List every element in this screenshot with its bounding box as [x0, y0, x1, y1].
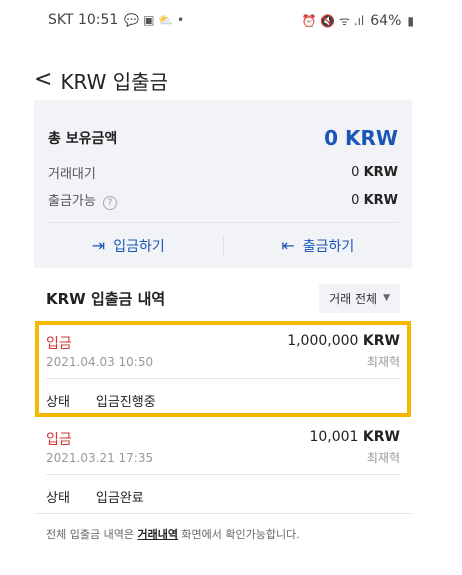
transaction-item[interactable]: 입금 2021.03.21 17:35 10,001 KRW 최재혁 상태 입금… [46, 429, 400, 506]
footer-divider [34, 513, 412, 514]
pending-row: 거래대기 0 KRW [48, 163, 398, 182]
withdrawable-value-group: 0 KRW [351, 193, 398, 208]
history-header: KRW 입출금 내역 거래 전체 ▼ [46, 280, 400, 316]
withdraw-button-label: 출금하기 [302, 238, 355, 255]
pending-value: 0 [351, 165, 360, 180]
transaction-status-row: 상태 입금진행중 [46, 391, 156, 410]
dropdown-arrow-icon: ▼ [383, 293, 390, 303]
transaction-divider [46, 378, 400, 379]
notification-icons: 💬 ▣ ⛅ • [124, 13, 185, 27]
pending-unit: KRW [363, 165, 398, 180]
status-bar-right: ⏰ 🔇 ᯤ .ıl 64% ▮ [302, 12, 415, 29]
pending-label: 거래대기 [48, 167, 96, 182]
carrier-time: SKT 10:51 [48, 12, 119, 28]
status-label: 상태 [46, 491, 70, 506]
transaction-history-link[interactable]: 거래내역 [137, 528, 177, 541]
history-title: KRW 입출금 내역 [46, 289, 166, 308]
transaction-amount: 1,000,000 [287, 333, 359, 349]
withdraw-icon: ⇤ [281, 236, 295, 255]
withdraw-button[interactable]: ⇤ 출금하기 [224, 223, 413, 268]
withdrawable-value: 0 [351, 192, 360, 208]
status-bar-left: SKT 10:51 💬 ▣ ⛅ • [48, 12, 184, 28]
footer-suffix: 화면에서 확인가능합니다. [177, 528, 300, 541]
withdrawable-label-group: 출금가능 ? [48, 190, 117, 210]
transaction-divider [46, 474, 400, 475]
deposit-button-label: 입금하기 [113, 238, 165, 255]
help-icon[interactable]: ? [102, 196, 117, 210]
transaction-item[interactable]: 입금 2021.04.03 10:50 1,000,000 KRW 최재혁 상태… [46, 333, 400, 410]
transaction-unit: KRW [362, 429, 400, 445]
page-title: KRW 입출금 [60, 69, 168, 94]
status-value: 입금진행중 [95, 395, 156, 410]
footer-prefix: 전체 입출금 내역은 [46, 528, 138, 541]
system-icons: ⏰ 🔇 ᯤ .ıl [301, 14, 365, 28]
transaction-action[interactable]: 최재혁 [367, 353, 400, 370]
filter-label: 거래 전체 [329, 291, 378, 306]
title-bar: < KRW 입출금 [34, 62, 168, 98]
balance-summary: 총 보유금액 0 KRW 거래대기 0 KRW 출금가능 ? 0 KRW ⇥ 입… [34, 100, 412, 268]
transaction-amount: 10,001 [309, 429, 359, 445]
battery-percent: 64% [370, 12, 402, 29]
deposit-icon: ⇥ [91, 236, 106, 255]
transaction-action[interactable]: 최재혁 [367, 449, 400, 466]
status-value: 입금완료 [95, 491, 144, 506]
transaction-unit: KRW [362, 333, 400, 349]
withdrawable-unit: KRW [363, 192, 398, 208]
transaction-amount-group: 1,000,000 KRW [287, 333, 400, 349]
deposit-button[interactable]: ⇥ 입금하기 [34, 223, 223, 268]
transaction-status-row: 상태 입금완료 [46, 487, 144, 506]
transaction-filter-dropdown[interactable]: 거래 전체 ▼ [319, 283, 400, 313]
pending-value-group: 0 KRW [351, 165, 398, 180]
total-balance-label: 총 보유금액 [48, 131, 118, 147]
action-buttons: ⇥ 입금하기 ⇤ 출금하기 [34, 223, 412, 268]
total-balance-row: 총 보유금액 0 KRW [48, 126, 398, 150]
transaction-amount-group: 10,001 KRW [309, 429, 400, 445]
footer-note: 전체 입출금 내역은 거래내역 화면에서 확인가능합니다. [46, 526, 300, 542]
battery-icon: ▮ [407, 13, 414, 28]
withdrawable-row: 출금가능 ? 0 KRW [48, 190, 398, 210]
status-label: 상태 [46, 395, 70, 410]
total-balance-value: 0 KRW [324, 126, 398, 150]
transaction-date: 2021.03.21 17:35 [46, 451, 154, 465]
status-bar: SKT 10:51 💬 ▣ ⛅ • ⏰ 🔇 ᯤ .ıl 64% ▮ [0, 0, 462, 38]
back-arrow-icon[interactable]: < [34, 69, 52, 91]
withdrawable-label: 출금가능 [48, 194, 96, 209]
transaction-date: 2021.04.03 10:50 [46, 355, 154, 369]
